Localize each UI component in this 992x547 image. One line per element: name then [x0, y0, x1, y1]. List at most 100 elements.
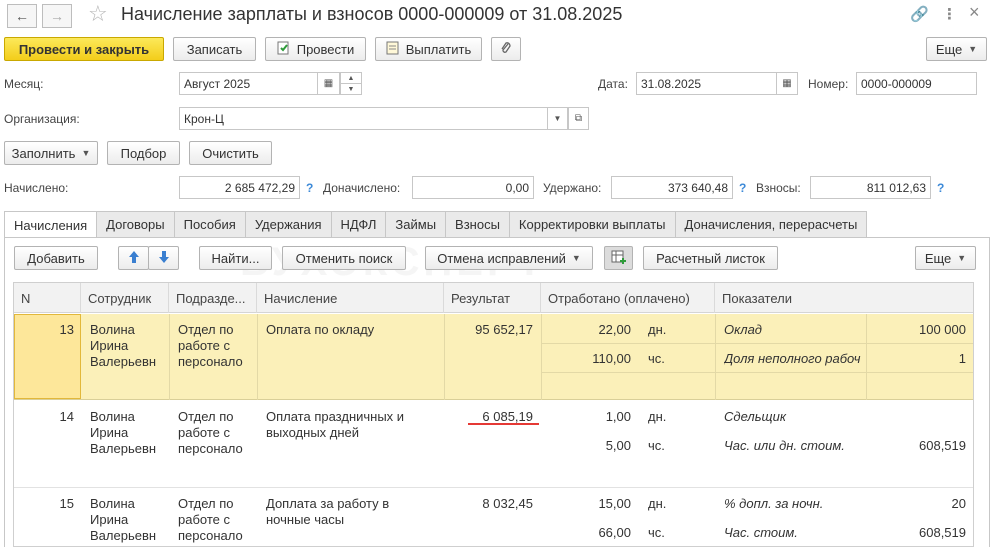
more-button[interactable]: Еще ▼: [926, 37, 987, 61]
select-button[interactable]: Подбор: [107, 141, 180, 165]
worked-value: 110,00: [592, 351, 631, 366]
move-down-button[interactable]: [148, 246, 179, 270]
post-and-close-button[interactable]: Провести и закрыть: [4, 37, 164, 61]
withheld-label: Удержано:: [543, 181, 602, 195]
tab-loans[interactable]: Займы: [385, 211, 447, 237]
indicator-value: 608,519: [919, 525, 966, 540]
caret-down-icon: ▼: [81, 148, 91, 158]
month-field[interactable]: Август 2025: [179, 72, 318, 95]
result-value: 8 032,45: [482, 496, 533, 511]
contributions-field: 811 012,63: [810, 176, 931, 199]
worked-unit: дн.: [648, 496, 667, 511]
back-button[interactable]: ←: [7, 4, 37, 28]
arrow-right-icon: →: [50, 8, 64, 24]
attach-button[interactable]: [491, 37, 521, 61]
tab-bar: Начисления Договоры Пособия Удержания НД…: [4, 211, 868, 238]
arrow-up-icon: [128, 250, 140, 267]
arrow-down-icon: [158, 250, 170, 267]
cancel-corrections-button[interactable]: Отмена исправлений ▼: [425, 246, 593, 270]
column-header-employee[interactable]: Сотрудник: [81, 283, 169, 313]
indicator-name: Час. или дн. стоим.: [724, 438, 845, 453]
grid-more-button[interactable]: Еще ▼: [915, 246, 976, 270]
department-name: Отдел по работе с персонало: [178, 496, 243, 543]
find-button[interactable]: Найти...: [199, 246, 272, 270]
number-field[interactable]: 0000-000009: [856, 72, 977, 95]
column-header-accrual[interactable]: Начисление: [257, 283, 444, 313]
table-row[interactable]: 15 Волина Ирина Валерьевн Отдел по работе с…: [14, 489, 973, 546]
column-header-department[interactable]: Подразде...: [169, 283, 257, 313]
column-header-result[interactable]: Результат: [444, 283, 541, 313]
table-header: N Сотрудник Подразде... Начисление Резул…: [14, 283, 973, 313]
date-label: Дата:: [598, 77, 628, 91]
tab-payment-corrections[interactable]: Корректировки выплаты: [508, 211, 676, 237]
clear-button[interactable]: Очистить: [189, 141, 272, 165]
fill-button[interactable]: Заполнить ▼: [4, 141, 98, 165]
table-row[interactable]: 14 Волина Ирина Валерьевн Отдел по работе с…: [14, 401, 973, 488]
tab-benefits[interactable]: Пособия: [173, 211, 246, 237]
tab-ndfl[interactable]: НДФЛ: [330, 211, 387, 237]
tab-accruals[interactable]: Начисления: [4, 211, 98, 238]
accrued-field: 2 685 472,29: [179, 176, 300, 199]
organization-open-button[interactable]: ⧉: [568, 107, 589, 130]
organization-dropdown-button[interactable]: ▼: [547, 107, 568, 130]
calendar-icon: ▦: [323, 78, 334, 89]
save-button[interactable]: Записать: [173, 37, 256, 61]
accruals-table: N Сотрудник Подразде... Начисление Резул…: [13, 282, 974, 547]
date-calendar-button[interactable]: ▦: [776, 72, 798, 95]
move-up-button[interactable]: [118, 246, 149, 270]
more-options-icon[interactable]: ⋮: [942, 5, 957, 23]
add-row-button[interactable]: Добавить: [14, 246, 98, 270]
cancel-search-button[interactable]: Отменить поиск: [282, 246, 406, 270]
result-value: 95 652,17: [475, 322, 533, 337]
chevron-down-icon: ▼: [347, 85, 355, 93]
worked-value: 1,00: [605, 409, 631, 424]
indicator-value: 20: [951, 496, 966, 511]
department-name: Отдел по работе с персонало: [178, 409, 243, 456]
month-calendar-button[interactable]: ▦: [317, 72, 340, 95]
table-row[interactable]: 13 Волина Ирина Валерьевн Отдел по работе с…: [14, 314, 973, 400]
worked-unit: чс.: [648, 438, 665, 453]
month-label: Месяц:: [4, 77, 44, 91]
column-header-n[interactable]: N: [14, 283, 81, 313]
caret-down-icon: ▼: [957, 253, 967, 263]
tab-deductions[interactable]: Удержания: [244, 211, 332, 237]
open-window-icon: ⧉: [574, 113, 583, 124]
help-icon[interactable]: ?: [937, 181, 944, 195]
close-icon[interactable]: ×: [969, 2, 980, 23]
table-settings-button[interactable]: [604, 246, 633, 270]
help-icon[interactable]: ?: [306, 181, 313, 195]
row-number: 13: [59, 322, 74, 337]
help-icon[interactable]: ?: [739, 181, 746, 195]
worked-value: 22,00: [598, 322, 631, 337]
column-header-worked[interactable]: Отработано (оплачено): [541, 283, 715, 313]
organization-label: Организация:: [4, 112, 80, 126]
post-doc-icon: [277, 41, 291, 58]
indicator-name: Доля неполного рабоч: [724, 351, 861, 366]
row-number: 15: [59, 496, 74, 511]
payslip-button[interactable]: Расчетный листок: [643, 246, 778, 270]
tab-recalculations[interactable]: Доначисления, перерасчеты: [674, 211, 868, 237]
table-plus-icon: [611, 250, 627, 267]
contributions-label: Взносы:: [756, 181, 801, 195]
row-number: 14: [59, 409, 74, 424]
chevron-up-icon: ▲: [347, 74, 355, 82]
pay-button[interactable]: Выплатить: [375, 37, 482, 61]
month-down-button[interactable]: ▼: [340, 83, 362, 95]
post-button[interactable]: Провести: [265, 37, 366, 61]
tab-contributions[interactable]: Взносы: [445, 211, 510, 237]
date-field[interactable]: 31.08.2025: [636, 72, 777, 95]
caret-down-icon: ▼: [571, 253, 581, 263]
worked-unit: чс.: [648, 351, 665, 366]
indicator-name: Оклад: [724, 322, 762, 337]
employee-name: Волина Ирина Валерьевн: [90, 322, 157, 369]
pay-doc-icon: [386, 41, 400, 58]
link-icon[interactable]: 🔗: [910, 5, 929, 23]
worked-unit: чс.: [648, 525, 665, 540]
organization-field[interactable]: Крон-Ц: [179, 107, 548, 130]
favorite-star-icon[interactable]: ☆: [88, 1, 108, 27]
forward-button[interactable]: →: [42, 4, 72, 28]
window-title: Начисление зарплаты и взносов 0000-00000…: [121, 4, 623, 24]
paperclip-icon: [500, 41, 512, 58]
tab-contracts[interactable]: Договоры: [96, 211, 175, 237]
column-header-indicators[interactable]: Показатели: [715, 283, 973, 313]
